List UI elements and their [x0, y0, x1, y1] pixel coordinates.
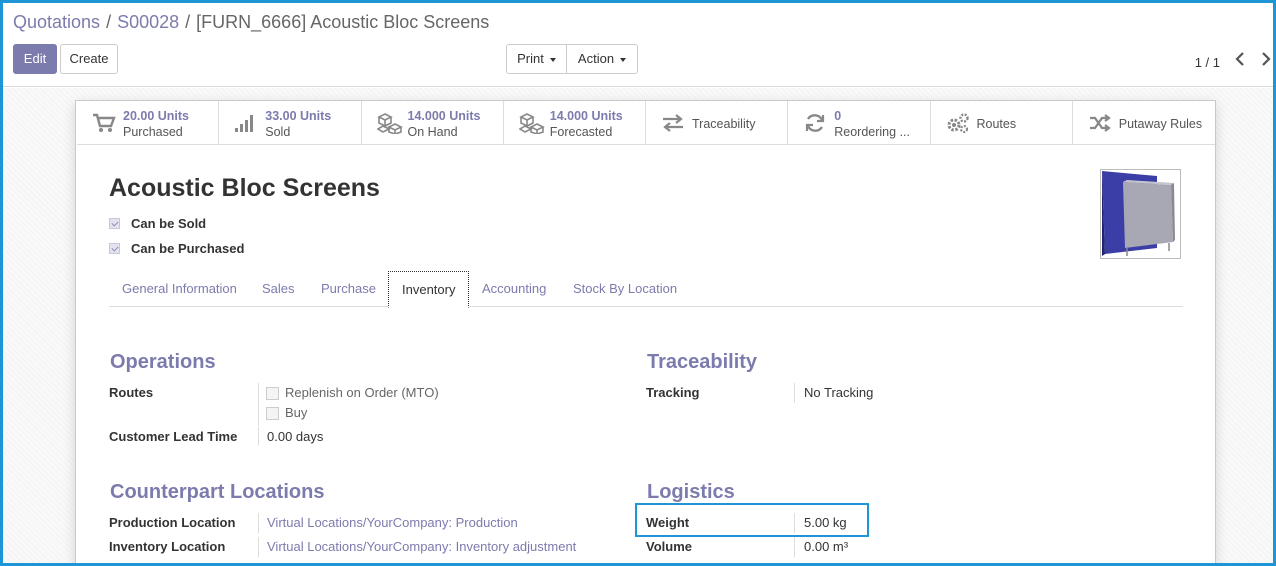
breadcrumb: Quotations / S00028/[FURN_6666] Acoustic B… — [13, 12, 489, 33]
breadcrumb-separator: / — [106, 12, 112, 32]
purchased-label: Purchased — [123, 125, 183, 139]
print-dropdown[interactable]: Print — [506, 44, 567, 74]
buy-label: Buy — [285, 405, 308, 420]
customer-lead-time-value[interactable]: 0.00 days — [267, 429, 323, 444]
field-divider — [794, 383, 795, 403]
inventory-location-label: Inventory Location — [109, 539, 226, 554]
tab-sales[interactable]: Sales — [262, 271, 295, 307]
route-option-buy[interactable]: Buy — [266, 405, 308, 421]
create-button[interactable]: Create — [60, 44, 118, 74]
purchased-value: 20.00 Units — [123, 109, 190, 123]
volume-label: Volume — [646, 539, 692, 554]
breadcrumb-quotations[interactable]: Quotations — [13, 12, 100, 32]
routes-smart-button[interactable]: Routes — [931, 101, 1073, 145]
counterpart-locations-heading: Counterpart Locations — [110, 481, 325, 503]
field-divider — [258, 383, 259, 426]
tab-accounting[interactable]: Accounting — [482, 271, 546, 307]
chevron-left-icon[interactable] — [1230, 51, 1250, 73]
form-tabs: General Information Sales Purchase Inven… — [109, 271, 1183, 308]
can-be-purchased-label: Can be Purchased — [131, 241, 245, 256]
route-option-mto[interactable]: Replenish on Order (MTO) — [266, 385, 439, 401]
tab-stock-by-location[interactable]: Stock By Location — [573, 271, 677, 307]
action-dropdown[interactable]: Action — [566, 44, 638, 74]
sold-label: Sold — [265, 125, 291, 139]
exchange-icon — [661, 112, 685, 134]
on-hand-label: On Hand — [407, 125, 458, 139]
breadcrumb-current: [FURN_6666] Acoustic Bloc Screens — [196, 12, 490, 32]
buy-checkbox[interactable] — [266, 407, 279, 421]
tracking-value[interactable]: No Tracking — [804, 385, 873, 400]
field-divider — [794, 537, 795, 557]
can-be-sold-checkbox[interactable] — [109, 218, 120, 229]
mto-checkbox[interactable] — [266, 387, 279, 401]
weight-highlight-box — [635, 503, 869, 537]
operations-heading: Operations — [110, 351, 216, 373]
edit-button[interactable]: Edit — [13, 44, 57, 74]
screen-frame: Quotations / S00028/[FURN_6666] Acoustic B… — [0, 0, 1276, 566]
tab-general-information[interactable]: General Information — [122, 271, 237, 307]
traceability-smart-button[interactable]: Traceability — [646, 101, 789, 145]
routes-label: Routes — [976, 117, 1017, 131]
purchased-smart-button[interactable]: 20.00 Units Purchased — [77, 101, 220, 145]
production-location-link[interactable]: Virtual Locations/YourCompany: Productio… — [267, 515, 518, 530]
smart-button-box: 20.00 Units Purchased 33.00 Units Sold 1… — [77, 101, 1215, 145]
sold-smart-button[interactable]: 33.00 Units Sold — [219, 101, 362, 145]
caret-down-icon — [549, 57, 556, 62]
can-be-sold-row: Can be Sold — [109, 216, 206, 231]
print-label: Print — [517, 51, 544, 66]
product-name: Acoustic Bloc Screens — [109, 174, 380, 202]
caret-down-icon — [620, 57, 627, 62]
on-hand-value: 14.000 Units — [407, 109, 481, 123]
reordering-label: Reordering ... — [834, 125, 910, 139]
random-icon — [1088, 112, 1112, 134]
cogs-icon — [946, 112, 970, 134]
cart-icon — [92, 112, 116, 134]
on-hand-smart-button[interactable]: 14.000 Units On Hand — [362, 101, 504, 145]
product-image[interactable] — [1100, 169, 1181, 259]
logistics-heading: Logistics — [647, 481, 735, 503]
reordering-value: 0 — [834, 109, 842, 123]
field-divider — [258, 427, 259, 445]
mto-label: Replenish on Order (MTO) — [285, 385, 439, 400]
can-be-purchased-checkbox[interactable] — [109, 243, 120, 254]
chevron-right-icon[interactable] — [1256, 51, 1273, 73]
field-divider — [258, 513, 259, 533]
tracking-label: Tracking — [646, 385, 700, 400]
forecasted-smart-button[interactable]: 14.000 Units Forecasted — [504, 101, 646, 145]
putaway-rules-label: Putaway Rules — [1118, 117, 1203, 131]
tab-inventory[interactable]: Inventory — [388, 271, 470, 308]
can-be-purchased-row: Can be Purchased — [109, 241, 244, 256]
forecasted-label: Forecasted — [549, 125, 613, 139]
form-sheet: 20.00 Units Purchased 33.00 Units Sold 1… — [75, 100, 1216, 563]
reordering-smart-button[interactable]: 0 Reordering ... — [788, 101, 931, 145]
cubes-icon — [518, 112, 545, 136]
traceability-label: Traceability — [692, 117, 756, 131]
volume-value[interactable]: 0.00 m³ — [804, 539, 848, 554]
traceability-heading: Traceability — [647, 351, 758, 373]
breadcrumb-separator: / — [185, 12, 191, 32]
tab-purchase[interactable]: Purchase — [321, 271, 376, 307]
refresh-icon — [803, 112, 827, 134]
cubes-icon — [375, 112, 403, 136]
routes-field-label: Routes — [109, 385, 154, 400]
form-background: 20.00 Units Purchased 33.00 Units Sold 1… — [3, 88, 1273, 563]
production-location-label: Production Location — [109, 515, 236, 530]
action-label: Action — [577, 51, 615, 66]
putaway-rules-smart-button[interactable]: Putaway Rules — [1073, 101, 1215, 145]
field-divider — [258, 537, 259, 557]
breadcrumb-order[interactable]: S00028 — [117, 12, 179, 32]
customer-lead-time-label: Customer Lead Time — [109, 429, 238, 444]
forecasted-value: 14.000 Units — [549, 109, 623, 123]
pager-value: 1 / 1 — [1194, 55, 1220, 70]
sold-value: 33.00 Units — [265, 109, 332, 123]
inventory-location-link[interactable]: Virtual Locations/YourCompany: Inventory… — [267, 539, 576, 554]
bar-chart-icon — [234, 112, 258, 134]
control-panel: Quotations / S00028/[FURN_6666] Acoustic B… — [3, 3, 1273, 87]
can-be-sold-label: Can be Sold — [131, 216, 207, 231]
